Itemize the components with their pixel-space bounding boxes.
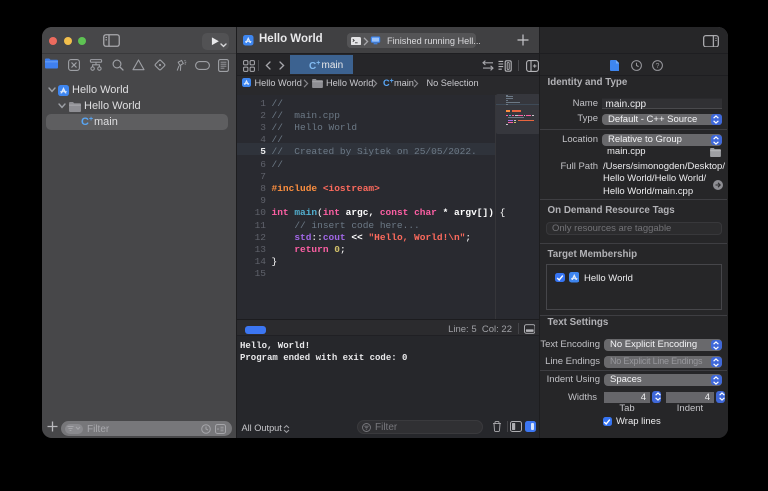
svg-text:?: ? bbox=[655, 63, 659, 70]
